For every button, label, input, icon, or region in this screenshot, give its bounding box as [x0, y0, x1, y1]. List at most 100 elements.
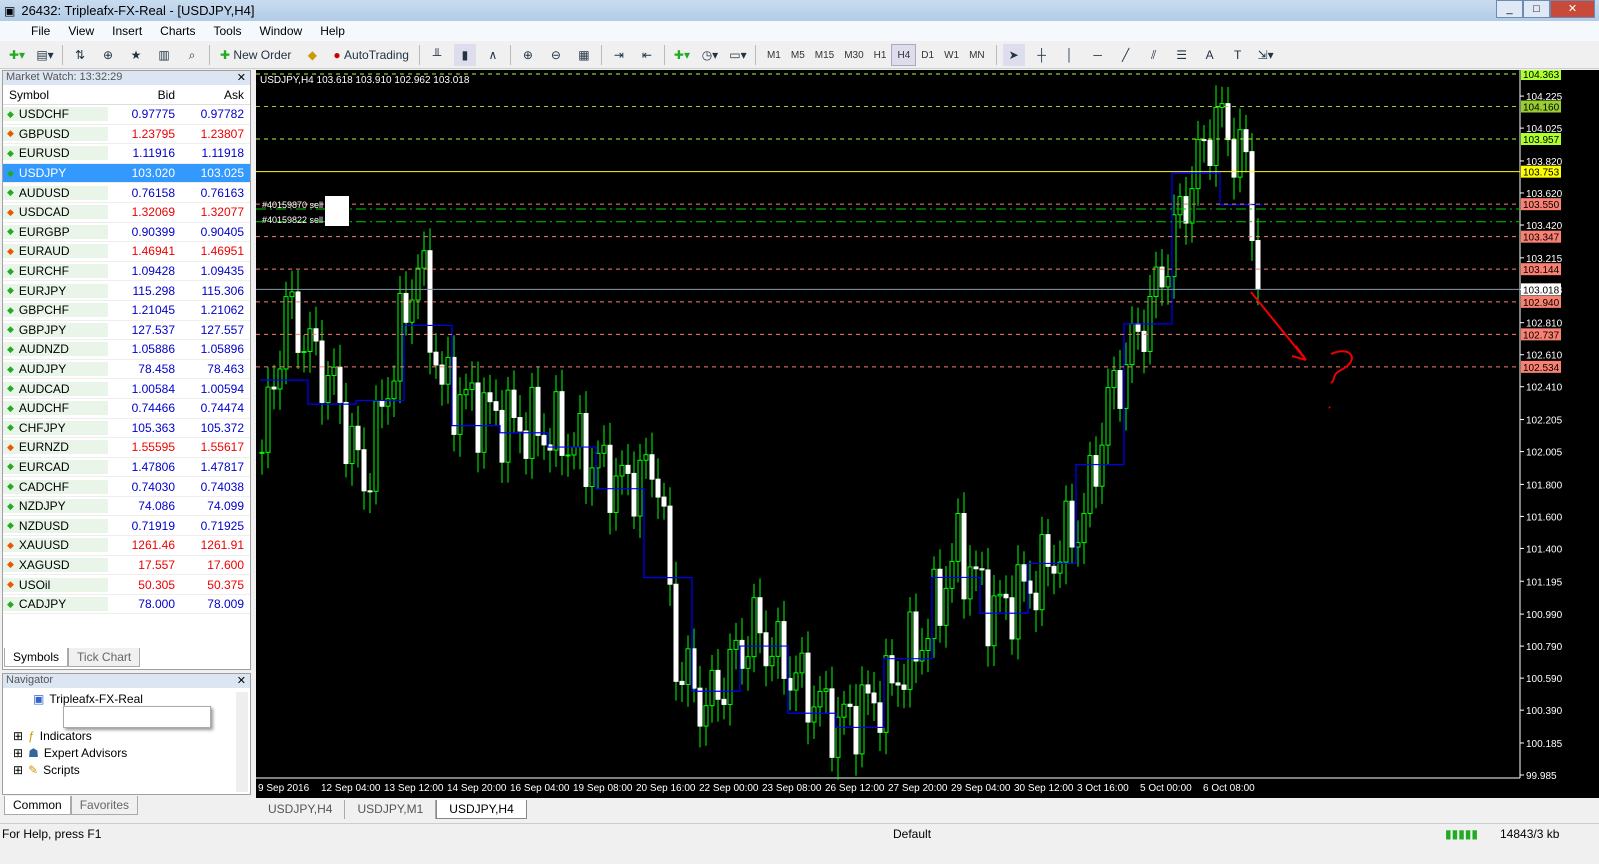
- cursor-button[interactable]: ➤: [1002, 44, 1025, 66]
- symbol-row[interactable]: ◆ EURGBP 0.90399 0.90405: [3, 223, 250, 243]
- timeframe-h4[interactable]: H4: [891, 44, 917, 66]
- bar-chart-button[interactable]: ╨: [426, 44, 448, 66]
- tab-favorites[interactable]: Favorites: [70, 796, 139, 815]
- symbol-row[interactable]: ◆ EURCHF 1.09428 1.09435: [3, 262, 250, 282]
- zoom-in-button[interactable]: ⊕: [517, 44, 539, 66]
- timeframe-m5[interactable]: M5: [786, 44, 810, 66]
- menu-tools[interactable]: Tools: [214, 24, 242, 38]
- nav-account[interactable]: ▣ Tripleafx-FX-Real: [33, 692, 143, 706]
- symbol-row[interactable]: ◆ AUDUSD 0.76158 0.76163: [3, 183, 250, 203]
- periods-button[interactable]: ◷▾: [699, 44, 721, 66]
- autoscroll-button[interactable]: ⇥: [608, 44, 630, 66]
- symbol-row[interactable]: ◆ EURCAD 1.47806 1.47817: [3, 458, 250, 478]
- symbol-row[interactable]: ◆ GBPJPY 127.537 127.557: [3, 321, 250, 341]
- timeframe-m1[interactable]: M1: [762, 44, 786, 66]
- candle-body: [559, 391, 565, 456]
- channel-button[interactable]: ⫽: [1143, 44, 1165, 66]
- text-button[interactable]: A: [1199, 44, 1221, 66]
- symbol-row[interactable]: ◆ AUDCAD 1.00584 1.00594: [3, 379, 250, 399]
- tab-tick-chart[interactable]: Tick Chart: [68, 648, 141, 667]
- chart-tab[interactable]: USDJPY,H4: [256, 800, 346, 819]
- symbol-row[interactable]: ◆ NZDJPY 74.086 74.099: [3, 497, 250, 517]
- tab-symbols[interactable]: Symbols: [4, 648, 69, 667]
- menu-help[interactable]: Help: [320, 24, 345, 38]
- symbol-row[interactable]: ◆ EURJPY 115.298 115.306: [3, 281, 250, 301]
- chart-shift-button[interactable]: ⇤: [636, 44, 658, 66]
- symbol-row[interactable]: ◆ EURUSD 1.11916 1.11918: [3, 144, 250, 164]
- col-symbol[interactable]: Symbol: [3, 87, 108, 102]
- minimize-button[interactable]: _: [1496, 0, 1523, 18]
- fibonacci-button[interactable]: ☰: [1171, 44, 1193, 66]
- symbol-row[interactable]: ◆ GBPCHF 1.21045 1.21062: [3, 301, 250, 321]
- symbol-row[interactable]: ◆ USDCHF 0.97775 0.97782: [3, 105, 250, 125]
- tab-common[interactable]: Common: [4, 796, 71, 815]
- expand-icon[interactable]: ⊞: [13, 729, 23, 743]
- candlestick-button[interactable]: ▮: [453, 44, 476, 66]
- expand-icon[interactable]: ⊞: [13, 763, 23, 777]
- terminal-button[interactable]: ▥: [153, 44, 175, 66]
- menu-view[interactable]: View: [68, 24, 94, 38]
- navigator-button[interactable]: ★: [125, 44, 147, 66]
- symbol-row[interactable]: ◆ AUDCHF 0.74466 0.74474: [3, 399, 250, 419]
- close-icon[interactable]: ✕: [237, 71, 246, 84]
- menu-insert[interactable]: Insert: [112, 24, 142, 38]
- new-chart-button[interactable]: ✚▾: [6, 44, 28, 66]
- symbol-row[interactable]: ◆ USDCAD 1.32069 1.32077: [3, 203, 250, 223]
- timeframe-mn[interactable]: MN: [964, 44, 990, 66]
- chart-canvas[interactable]: 104.225104.025103.820103.620103.420103.2…: [256, 68, 1599, 798]
- profiles-button[interactable]: ▤▾: [34, 44, 56, 66]
- chart-tab[interactable]: USDJPY,M1: [345, 800, 437, 819]
- symbol-row[interactable]: ◆ USOil 50.305 50.375: [3, 575, 250, 595]
- data-window-button[interactable]: ⊕: [97, 44, 119, 66]
- close-button[interactable]: ✕: [1550, 0, 1595, 18]
- symbol-row[interactable]: ◆ AUDJPY 78.458 78.463: [3, 360, 250, 380]
- price-chart[interactable]: 104.225 104.025 103.820 103.620 103.420 103.2…: [256, 68, 1599, 798]
- menu-window[interactable]: Window: [260, 24, 303, 38]
- indicators-button[interactable]: ✚▾: [671, 44, 693, 66]
- symbol-row[interactable]: ◆ USDJPY 103.020 103.025: [3, 163, 250, 184]
- col-ask[interactable]: Ask: [178, 88, 248, 102]
- line-chart-button[interactable]: ∧: [482, 44, 504, 66]
- symbol-row[interactable]: ◆ AUDNZD 1.05886 1.05896: [3, 340, 250, 360]
- symbol-row[interactable]: ◆ CHFJPY 105.363 105.372: [3, 419, 250, 439]
- col-bid[interactable]: Bid: [108, 88, 178, 102]
- timeframe-w1[interactable]: W1: [939, 44, 964, 66]
- zoom-out-button[interactable]: ⊖: [545, 44, 567, 66]
- timeframe-h1[interactable]: H1: [869, 44, 892, 66]
- maximize-button[interactable]: □: [1523, 0, 1550, 18]
- metaeditor-button[interactable]: ◆: [301, 44, 323, 66]
- market-watch-button[interactable]: ⇅: [69, 44, 91, 66]
- tester-button[interactable]: ⌕: [181, 44, 203, 66]
- new-order-button[interactable]: ✚ New Order: [216, 44, 295, 66]
- chart-tab-active[interactable]: USDJPY,H4: [436, 800, 527, 819]
- symbol-row[interactable]: ◆ EURAUD 1.46941 1.46951: [3, 242, 250, 262]
- symbol-row[interactable]: ◆ CADCHF 0.74030 0.74038: [3, 477, 250, 497]
- symbol-row[interactable]: ◆ XAUUSD 1261.46 1261.91: [3, 536, 250, 556]
- symbol-row[interactable]: ◆ EURNZD 1.55595 1.55617: [3, 438, 250, 458]
- crosshair-button[interactable]: ┼: [1031, 44, 1053, 66]
- close-icon[interactable]: ✕: [237, 674, 246, 687]
- arrows-button[interactable]: ⇲▾: [1255, 44, 1277, 66]
- nav-indicators[interactable]: ⊞ ƒ Indicators: [13, 729, 92, 743]
- text-label-button[interactable]: T: [1227, 44, 1249, 66]
- templates-button[interactable]: ▭▾: [727, 44, 749, 66]
- navigator-scrollbar[interactable]: [236, 692, 248, 792]
- timeframe-d1[interactable]: D1: [916, 44, 939, 66]
- expand-icon[interactable]: ⊞: [13, 746, 23, 760]
- nav-expert-advisors[interactable]: ⊞ ☗ Expert Advisors: [13, 746, 127, 760]
- symbol-row[interactable]: ◆ GBPUSD 1.23795 1.23807: [3, 125, 250, 145]
- menu-charts[interactable]: Charts: [160, 24, 195, 38]
- candle-body: [919, 650, 925, 662]
- timeframe-m30[interactable]: M30: [839, 44, 868, 66]
- nav-scripts[interactable]: ⊞ ✎ Scripts: [13, 763, 80, 777]
- vertical-line-button[interactable]: │: [1059, 44, 1081, 66]
- timeframe-m15[interactable]: M15: [810, 44, 839, 66]
- trendline-button[interactable]: ╱: [1115, 44, 1137, 66]
- autotrading-button[interactable]: ● AutoTrading: [329, 44, 413, 66]
- menu-file[interactable]: File: [31, 24, 50, 38]
- tile-windows-button[interactable]: ▦: [573, 44, 595, 66]
- horizontal-line-button[interactable]: ─: [1087, 44, 1109, 66]
- symbol-row[interactable]: ◆ NZDUSD 0.71919 0.71925: [3, 516, 250, 537]
- symbol-row[interactable]: ◆ CADJPY 78.000 78.009: [3, 595, 250, 615]
- symbol-row[interactable]: ◆ XAGUSD 17.557 17.600: [3, 556, 250, 576]
